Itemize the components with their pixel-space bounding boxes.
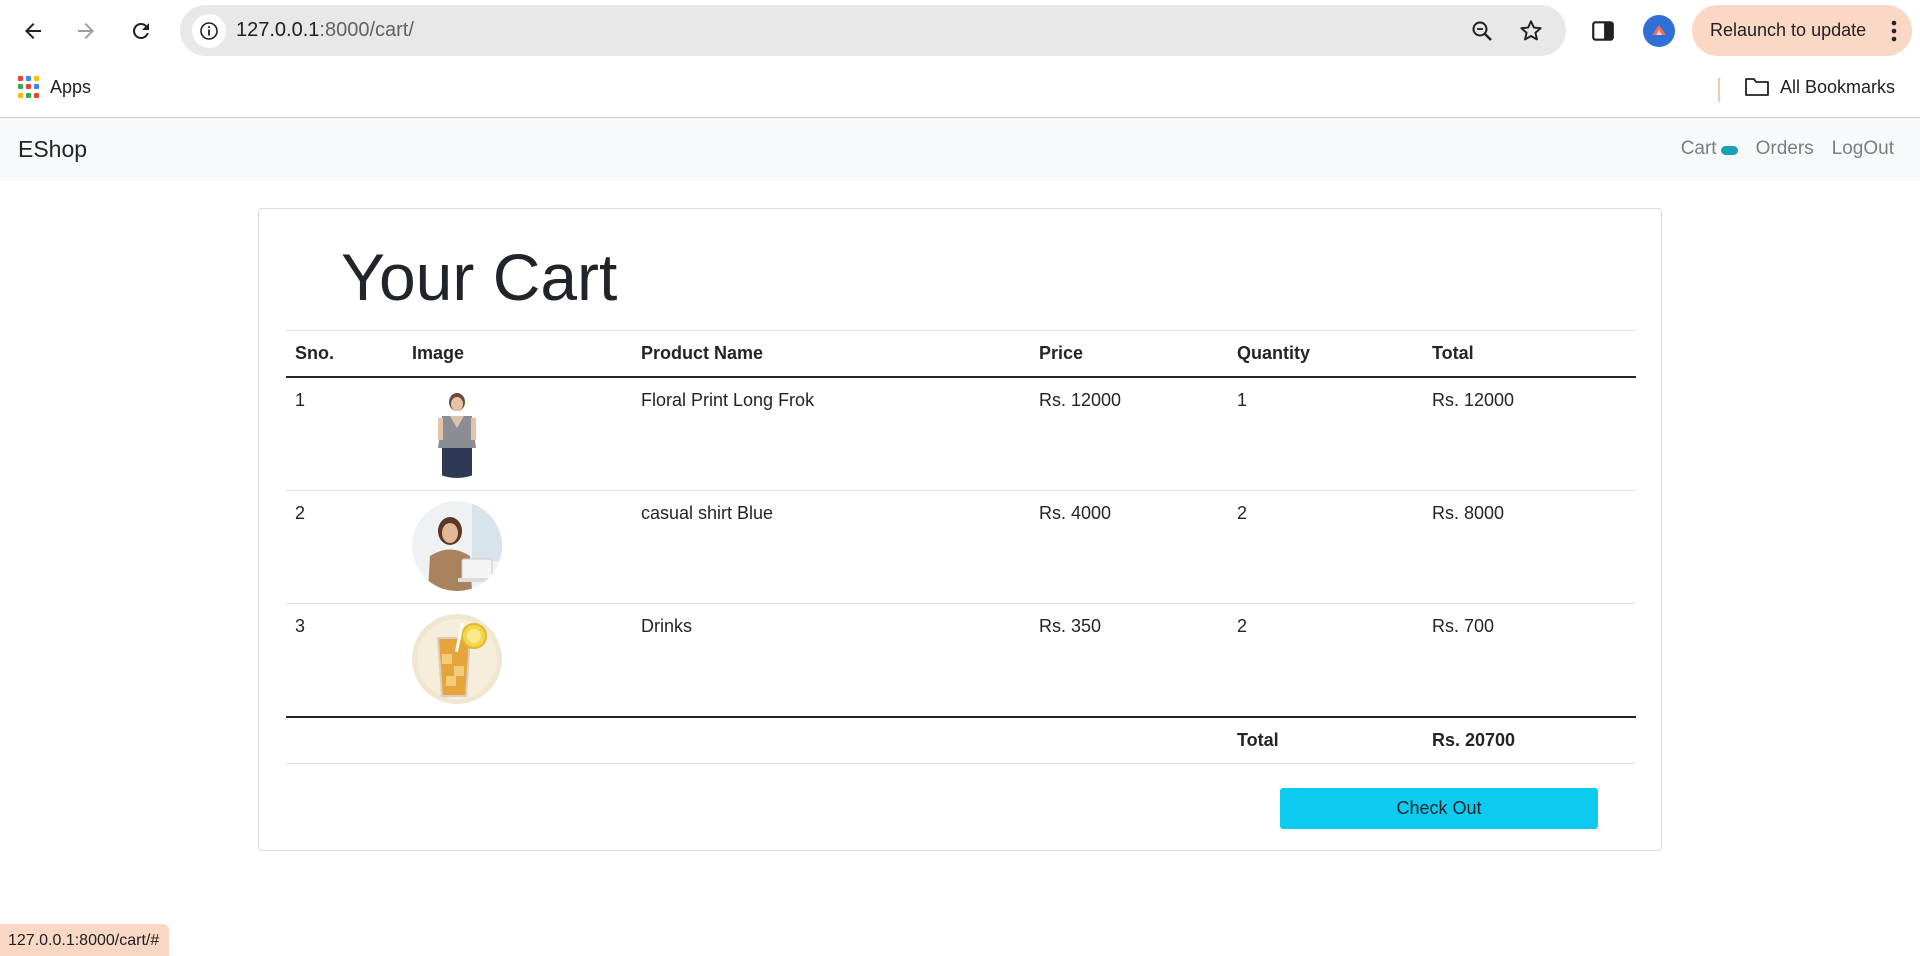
table-row: 1 Floral Print Long Frok Rs. 12000 1 Rs.… — [286, 376, 1636, 490]
cell-quantity: 1 — [1228, 376, 1423, 490]
cart-count-badge — [1720, 146, 1738, 155]
cart-card: Your Cart Sno. Image Product Name Price … — [258, 208, 1662, 851]
checkout-button[interactable]: Check Out — [1280, 788, 1598, 829]
cell-total: Rs. 12000 — [1423, 376, 1636, 490]
cell-image — [403, 376, 632, 490]
cell-image — [403, 489, 632, 603]
all-bookmarks-label: All Bookmarks — [1780, 76, 1896, 97]
header-image: Image — [403, 330, 632, 378]
woman-top-product-image — [412, 387, 502, 478]
forward-arrow-icon — [78, 23, 94, 39]
nav-links: Cart Orders LogOut — [1681, 138, 1894, 160]
site-info-icon[interactable] — [192, 14, 226, 48]
header-price: Price — [1030, 330, 1228, 378]
table-row: 3 Drinks Rs. 350 2 Rs. 700 — [286, 602, 1636, 717]
reload-icon — [133, 23, 149, 39]
bookmarks-separator — [1718, 78, 1720, 102]
grand-total-row: Total Rs. 20700 — [286, 715, 1636, 764]
nav-cart-label: Cart — [1680, 138, 1717, 159]
cell-quantity: 2 — [1228, 602, 1423, 717]
bookmark-star-icon[interactable] — [1518, 18, 1544, 49]
nav-orders-link[interactable]: Orders — [1756, 138, 1814, 160]
table-header-row: Sno. Image Product Name Price Quantity T… — [286, 330, 1636, 378]
cell-empty — [1030, 715, 1228, 764]
back-arrow-icon — [25, 23, 41, 39]
cell-product-name: casual shirt Blue — [632, 489, 1030, 603]
back-button[interactable] — [13, 11, 53, 51]
bookmark-apps[interactable]: Apps — [18, 76, 91, 98]
apps-label: Apps — [50, 76, 92, 97]
side-panel-icon[interactable] — [1590, 18, 1616, 49]
header-sno: Sno. — [286, 330, 403, 378]
site-navbar: EShop Cart Orders LogOut — [0, 118, 1920, 181]
nav-cart-link[interactable]: Cart — [1681, 138, 1738, 160]
cell-price: Rs. 4000 — [1030, 489, 1228, 603]
cell-empty — [403, 715, 632, 764]
cell-price: Rs. 12000 — [1030, 376, 1228, 490]
more-menu-icon — [1891, 20, 1897, 42]
browser-toolbar: 127.0.0.1:8000/cart/ Relaunch to update — [0, 0, 1920, 62]
cell-product-name: Floral Print Long Frok — [632, 376, 1030, 490]
apps-grid-icon — [18, 76, 40, 98]
cell-sno: 3 — [286, 602, 403, 717]
table-row: 2 casual shirt Blue Rs. 4000 2 Rs. 8000 — [286, 489, 1636, 603]
grand-total-label: Total — [1228, 715, 1423, 764]
cell-product-name: Drinks — [632, 602, 1030, 717]
profile-avatar[interactable] — [1643, 15, 1675, 47]
all-bookmarks-button[interactable]: All Bookmarks — [1744, 76, 1895, 98]
header-total: Total — [1423, 330, 1636, 378]
header-quantity: Quantity — [1228, 330, 1423, 378]
iced-drink-product-image — [412, 613, 502, 704]
relaunch-to-update-button[interactable]: Relaunch to update — [1692, 5, 1912, 56]
cell-empty — [286, 715, 403, 764]
relaunch-label: Relaunch to update — [1710, 20, 1867, 40]
profile-bird-icon — [1652, 25, 1666, 35]
woman-laptop-product-image — [412, 500, 502, 591]
forward-button[interactable] — [66, 11, 106, 51]
cell-sno: 2 — [286, 489, 403, 603]
zoom-icon[interactable] — [1470, 19, 1494, 48]
cell-empty — [632, 715, 1030, 764]
cell-total: Rs. 8000 — [1423, 489, 1636, 603]
url-host: 127.0.0.1 — [236, 19, 320, 41]
cart-table: Sno. Image Product Name Price Quantity T… — [286, 330, 1636, 764]
header-product-name: Product Name — [632, 330, 1030, 378]
cell-image — [403, 602, 632, 717]
reload-button[interactable] — [121, 11, 161, 51]
cell-price: Rs. 350 — [1030, 602, 1228, 717]
page-title: Your Cart — [341, 240, 618, 314]
cell-total: Rs. 700 — [1423, 602, 1636, 717]
url-path: :8000/cart/ — [319, 19, 414, 41]
status-url-bubble: 127.0.0.1:8000/cart/# — [0, 924, 170, 956]
cell-sno: 1 — [286, 376, 403, 490]
nav-logout-link[interactable]: LogOut — [1832, 138, 1894, 160]
brand-logo[interactable]: EShop — [18, 136, 87, 163]
grand-total-value: Rs. 20700 — [1423, 715, 1636, 764]
bookmarks-bar: Apps All Bookmarks — [0, 62, 1920, 118]
url-text: 127.0.0.1:8000/cart/ — [236, 19, 414, 42]
folder-icon — [1745, 78, 1769, 96]
address-bar[interactable]: 127.0.0.1:8000/cart/ — [180, 5, 1566, 56]
cell-quantity: 2 — [1228, 489, 1423, 603]
